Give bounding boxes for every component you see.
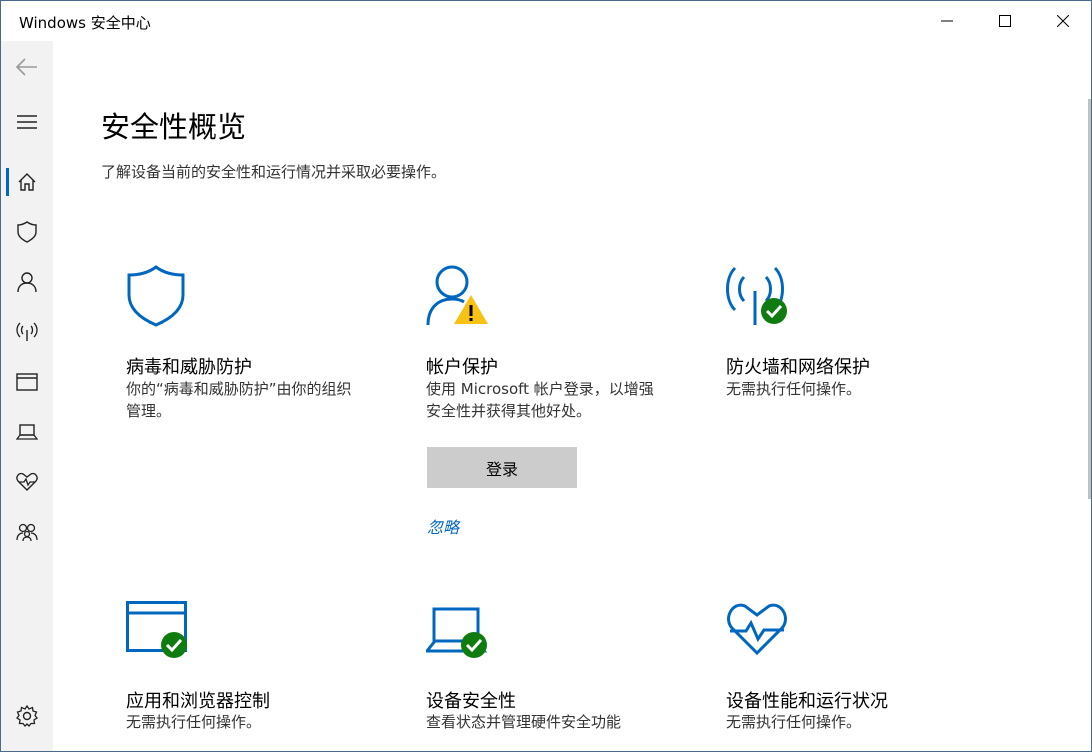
- laptop-check-icon: [426, 607, 488, 658]
- sidebar-item-home[interactable]: [1, 162, 53, 202]
- account-warning-icon: [426, 265, 488, 326]
- browser-window-icon: [16, 373, 38, 391]
- sidebar-item-device-health[interactable]: [1, 462, 53, 502]
- tile-title: 设备性能和运行状况: [726, 691, 888, 712]
- tile-app-browser-control[interactable]: 应用和浏览器控制 无需执行任何操作。: [126, 601, 386, 751]
- tile-title: 病毒和威胁防护: [126, 357, 252, 378]
- maximize-icon: [999, 15, 1011, 27]
- sign-in-button[interactable]: 登录: [427, 447, 577, 488]
- dismiss-link[interactable]: 忽略: [427, 514, 459, 538]
- laptop-icon: [16, 424, 38, 440]
- vertical-scrollbar[interactable]: [1088, 99, 1091, 499]
- sidebar-item-app-browser-control[interactable]: [1, 362, 53, 402]
- shield-icon: [127, 265, 185, 327]
- tile-virus-threat-protection[interactable]: 病毒和威胁防护 你的“病毒和威胁防护”由你的组织 管理。: [126, 265, 386, 435]
- sidebar-item-settings[interactable]: [1, 696, 53, 736]
- tile-device-security[interactable]: 设备安全性 查看状态并管理硬件安全功能: [426, 601, 686, 751]
- close-icon: [1057, 15, 1069, 27]
- tile-firewall-network-protection[interactable]: 防火墙和网络保护 无需执行任何操作。: [726, 265, 986, 435]
- antenna-icon: [16, 322, 38, 341]
- heartbeat-icon: [16, 472, 38, 491]
- tile-title: 帐户保护: [426, 357, 498, 378]
- tile-title: 设备安全性: [426, 691, 516, 712]
- page-title: 安全性概览: [101, 110, 247, 144]
- tile-account-protection[interactable]: 帐户保护 使用 Microsoft 帐户登录，以增强 安全性并获得其他好处。 登…: [426, 265, 686, 545]
- maximize-button[interactable]: [977, 1, 1033, 41]
- back-button[interactable]: [1, 47, 53, 87]
- page-subtitle: 了解设备当前的安全性和运行情况并采取必要操作。: [101, 163, 447, 181]
- home-icon: [18, 173, 36, 191]
- back-arrow-icon: [15, 58, 37, 76]
- title-bar: Windows 安全中心: [1, 1, 1091, 41]
- tile-description: 无需执行任何操作。: [726, 713, 862, 731]
- antenna-check-icon: [726, 266, 787, 325]
- gear-icon: [16, 705, 38, 727]
- tile-description: 你的“病毒和威胁防护”由你的组织 管理。: [126, 380, 352, 420]
- sidebar-item-family-options[interactable]: [1, 512, 53, 552]
- menu-button[interactable]: [1, 102, 53, 142]
- sidebar-item-virus-protection[interactable]: [1, 212, 53, 252]
- main-content: 安全性概览 了解设备当前的安全性和运行情况并采取必要操作。 病毒和威胁防护 你的…: [53, 41, 1091, 751]
- navigation-sidebar: [1, 41, 53, 751]
- shield-icon: [17, 221, 37, 243]
- security-center-window: Windows 安全中心 安全性概览 了解设备当前的安全性和运行情况并采取必要操…: [0, 0, 1092, 752]
- tile-description: 使用 Microsoft 帐户登录，以增强 安全性并获得其他好处。: [426, 380, 654, 420]
- tile-title: 应用和浏览器控制: [126, 691, 270, 712]
- close-button[interactable]: [1035, 1, 1091, 41]
- browser-check-icon: [126, 601, 187, 658]
- minimize-button[interactable]: [919, 1, 975, 41]
- tile-title: 防火墙和网络保护: [726, 357, 870, 378]
- tile-description: 无需执行任何操作。: [726, 380, 862, 398]
- person-icon: [17, 272, 37, 293]
- sidebar-item-device-security[interactable]: [1, 412, 53, 452]
- tile-device-performance-health[interactable]: 设备性能和运行状况 无需执行任何操作。: [726, 601, 986, 751]
- tile-description: 查看状态并管理硬件安全功能: [426, 713, 622, 731]
- heartbeat-icon: [727, 603, 787, 656]
- window-title: Windows 安全中心: [19, 14, 151, 32]
- minimize-icon: [941, 20, 953, 22]
- sidebar-item-account-protection[interactable]: [1, 262, 53, 302]
- family-icon: [16, 523, 38, 542]
- sidebar-item-firewall[interactable]: [1, 312, 53, 352]
- hamburger-icon: [17, 115, 37, 129]
- tile-description: 无需执行任何操作。: [126, 713, 262, 731]
